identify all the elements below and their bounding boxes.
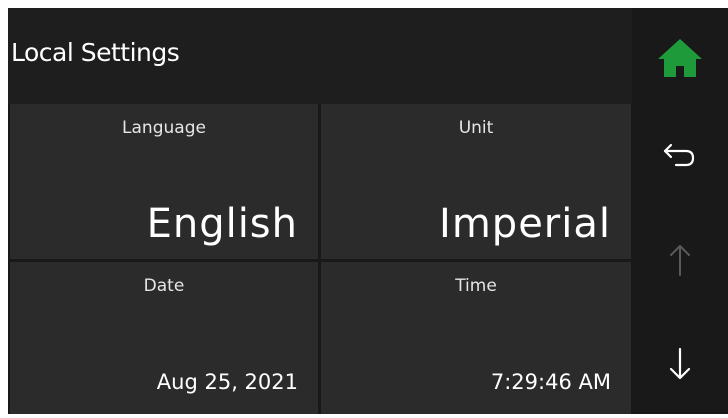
home-icon	[658, 39, 702, 77]
page-title: Local Settings	[11, 38, 180, 67]
unit-value: Imperial	[439, 201, 611, 247]
date-label: Date	[143, 276, 185, 296]
unit-label: Unit	[458, 118, 494, 138]
language-setting-tile[interactable]: Language English	[10, 104, 318, 259]
date-setting-tile[interactable]: Date Aug 25, 2021	[10, 262, 318, 414]
header-bar: Local Settings	[8, 8, 632, 104]
navigation-rail	[632, 8, 728, 414]
unit-setting-tile[interactable]: Unit Imperial	[321, 104, 631, 259]
scroll-down-button[interactable]	[632, 324, 728, 404]
back-button[interactable]	[632, 115, 728, 195]
time-label: Time	[455, 276, 497, 296]
language-label: Language	[122, 118, 206, 138]
scroll-up-button[interactable]	[632, 220, 728, 300]
time-value: 7:29:46 AM	[490, 370, 611, 394]
time-setting-tile[interactable]: Time 7:29:46 AM	[321, 262, 631, 414]
local-settings-screen: Local Settings Language English Unit Imp…	[8, 8, 728, 414]
date-value: Aug 25, 2021	[156, 370, 298, 394]
language-value: English	[146, 201, 298, 247]
home-button[interactable]	[632, 18, 728, 98]
up-arrow-icon	[670, 245, 690, 276]
back-arrow-icon	[663, 143, 695, 167]
down-arrow-icon	[669, 347, 691, 380]
